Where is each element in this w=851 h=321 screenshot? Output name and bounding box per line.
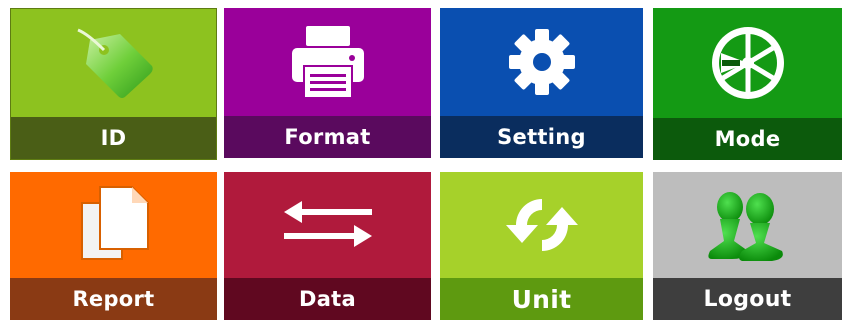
logout-label-bar: Logout: [653, 278, 842, 320]
mode-label: Mode: [714, 127, 781, 151]
id-tile[interactable]: ID: [10, 8, 217, 160]
report-tile[interactable]: Report: [10, 172, 217, 320]
setting-label-bar: Setting: [440, 116, 643, 158]
printer-icon: [224, 8, 431, 116]
documents-icon: [10, 172, 217, 278]
tag-icon: [11, 9, 216, 117]
id-label-bar: ID: [11, 117, 216, 159]
format-label: Format: [284, 125, 371, 149]
setting-label: Setting: [497, 125, 586, 149]
data-label-bar: Data: [224, 278, 431, 320]
users-icon: [653, 172, 842, 278]
report-label-bar: Report: [10, 278, 217, 320]
logout-label: Logout: [703, 286, 792, 312]
data-tile[interactable]: Data: [224, 172, 431, 320]
transfer-arrows-icon: [224, 172, 431, 278]
unit-label-bar: Unit: [440, 278, 643, 320]
format-label-bar: Format: [224, 116, 431, 158]
id-label: ID: [100, 126, 127, 150]
unit-tile[interactable]: Unit: [440, 172, 643, 320]
logout-tile[interactable]: Logout: [653, 172, 842, 320]
mode-label-bar: Mode: [653, 118, 842, 160]
mode-tile[interactable]: Mode: [653, 8, 842, 160]
unit-label: Unit: [511, 284, 572, 314]
data-label: Data: [298, 287, 356, 311]
gauge-wheel-icon: [653, 8, 842, 118]
format-tile[interactable]: Format: [224, 8, 431, 158]
gear-icon: [440, 8, 643, 116]
setting-tile[interactable]: Setting: [440, 8, 643, 158]
refresh-icon: [440, 172, 643, 278]
report-label: Report: [72, 287, 155, 311]
